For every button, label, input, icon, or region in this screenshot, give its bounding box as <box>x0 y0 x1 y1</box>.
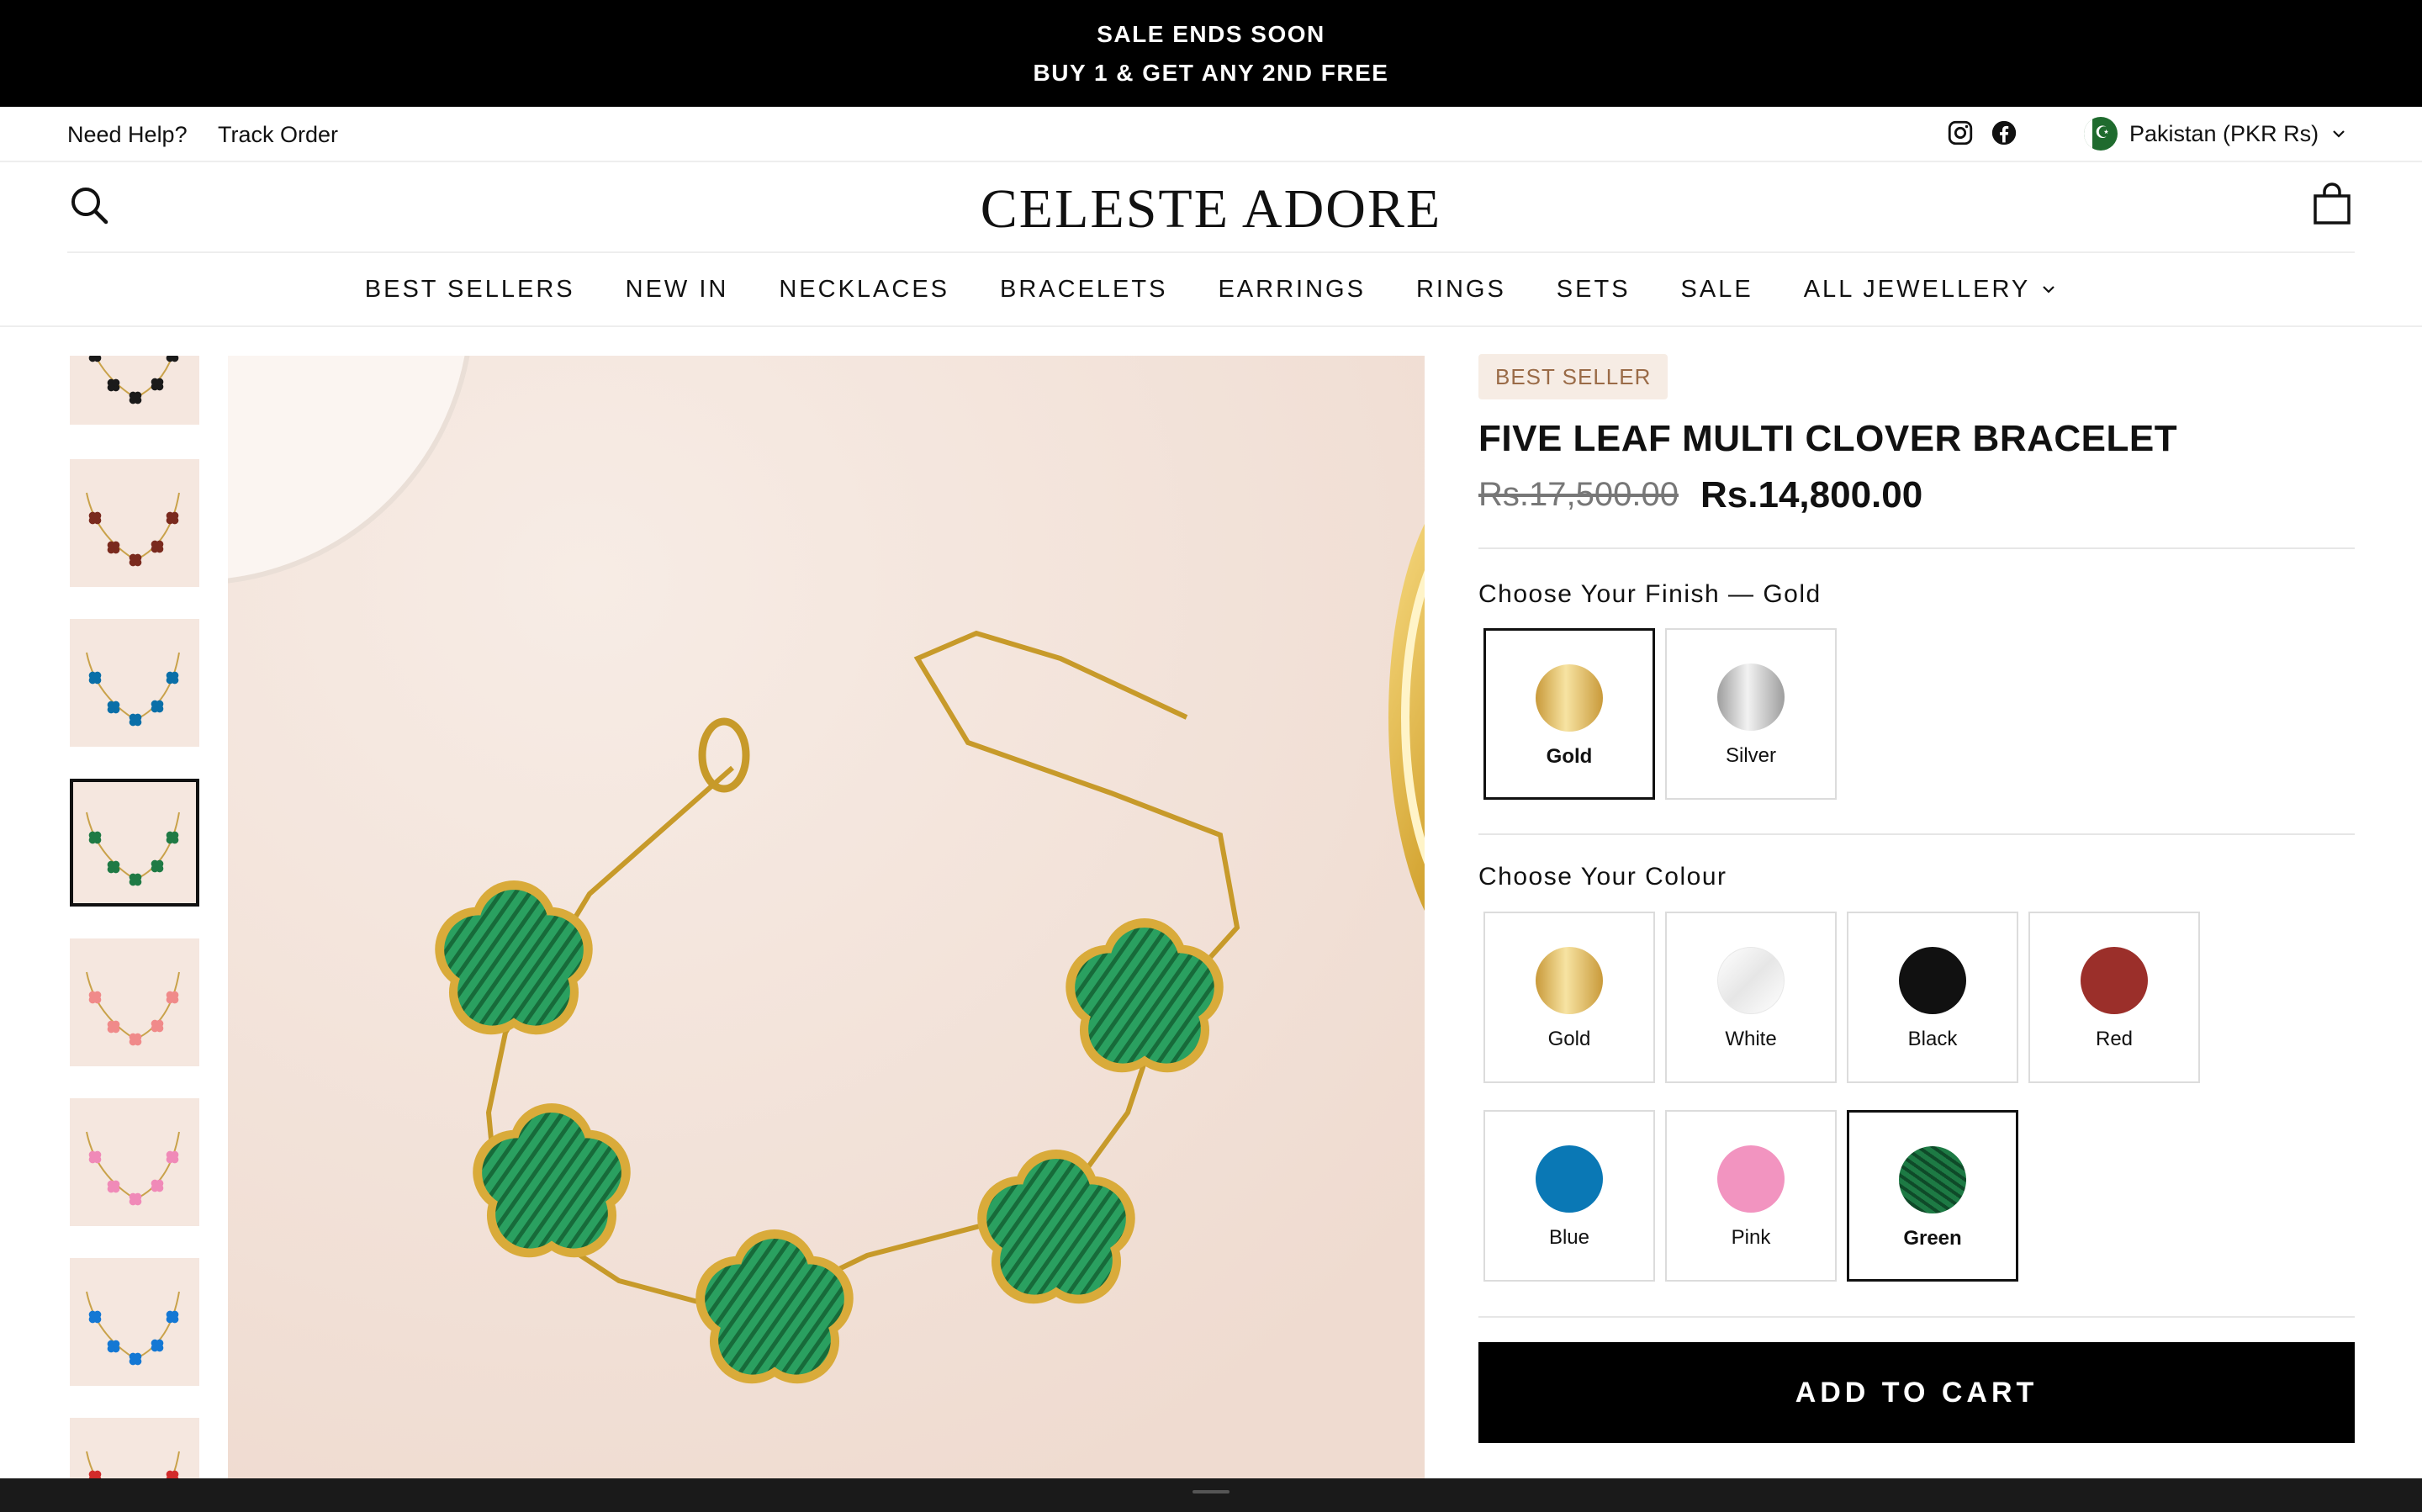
main-nav: BEST SELLERS NEW IN NECKLACES BRACELETS … <box>0 253 2422 327</box>
nav-rings[interactable]: RINGS <box>1416 276 1506 304</box>
thumbnail-8[interactable] <box>70 1418 199 1478</box>
announcement-line-2: BUY 1 & GET ANY 2ND FREE <box>1033 59 1389 86</box>
nav-earrings[interactable]: EARRINGS <box>1218 276 1365 304</box>
finish-swatch-gold[interactable]: Gold <box>1483 628 1655 800</box>
thumbnail-5[interactable] <box>70 938 199 1066</box>
nav-all-jewellery[interactable]: ALL JEWELLERY <box>1804 276 2058 304</box>
finish-swatch-dot <box>1536 664 1603 732</box>
best-seller-badge: BEST SELLER <box>1478 354 1668 399</box>
colour-swatch-label: Gold <box>1547 1028 1591 1050</box>
colour-swatch-dot <box>1536 947 1603 1014</box>
utility-bar: Need Help? Track Order Pakistan (PKR Rs) <box>0 107 2422 162</box>
thumbnail-image <box>70 1258 199 1386</box>
thumbnail-4[interactable] <box>70 779 199 907</box>
colour-swatch-dot <box>1536 1145 1603 1213</box>
add-to-cart-button[interactable]: ADD TO CART <box>1478 1342 2355 1443</box>
product-title: FIVE LEAF MULTI CLOVER BRACELET <box>1478 418 2178 459</box>
thumbnail-image <box>70 1098 199 1226</box>
colour-swatch-pink[interactable]: Pink <box>1665 1110 1837 1282</box>
nav-necklaces[interactable]: NECKLACES <box>779 276 949 304</box>
site-logo[interactable]: CELESTE ADORE <box>0 177 2422 241</box>
finish-swatch-label: Gold <box>1546 745 1593 768</box>
colour-swatch-gold[interactable]: Gold <box>1483 912 1655 1083</box>
nav-bracelets[interactable]: BRACELETS <box>1000 276 1167 304</box>
thumbnail-1[interactable] <box>70 356 199 425</box>
scroll-handle[interactable] <box>1192 1490 1230 1493</box>
country-selector[interactable]: Pakistan (PKR Rs) <box>2084 117 2347 151</box>
colour-swatch-dot <box>2081 947 2148 1014</box>
price-sale: Rs.14,800.00 <box>1700 474 1923 515</box>
need-help-link[interactable]: Need Help? <box>67 122 188 148</box>
cart-icon[interactable] <box>2311 182 2353 226</box>
thumbnail-image <box>70 459 199 587</box>
price-original: Rs.17,500.00 <box>1478 476 1679 513</box>
colour-swatch-dot <box>1899 1146 1966 1213</box>
colour-swatch-label: Pink <box>1731 1226 1771 1249</box>
announcement-bar: SALE ENDS SOON BUY 1 & GET ANY 2ND FREE <box>0 0 2422 107</box>
thumbnail-image <box>70 938 199 1066</box>
colour-swatch-label: Green <box>1903 1227 1962 1250</box>
facebook-icon[interactable] <box>1990 119 2018 147</box>
colour-swatch-dot <box>1717 947 1785 1014</box>
colour-swatch-label: Red <box>2095 1028 2134 1050</box>
divider <box>1478 833 2355 835</box>
thumbnail-image <box>70 356 199 425</box>
finish-label: Choose Your Finish — Gold <box>1478 580 1822 608</box>
nav-all-jewellery-label: ALL JEWELLERY <box>1803 275 2031 303</box>
colour-swatch-blue[interactable]: Blue <box>1483 1110 1655 1282</box>
finish-swatch-dot <box>1717 663 1785 731</box>
thumbnail-3[interactable] <box>70 619 199 747</box>
bracelet-image <box>228 356 1425 1480</box>
colour-swatch-dot <box>1899 947 1966 1014</box>
colour-swatch-red[interactable]: Red <box>2028 912 2200 1083</box>
colour-swatch-black[interactable]: Black <box>1847 912 2018 1083</box>
thumbnail-image <box>70 619 199 747</box>
divider <box>1478 547 2355 549</box>
colour-swatch-green[interactable]: Green <box>1847 1110 2018 1282</box>
track-order-link[interactable]: Track Order <box>218 122 338 148</box>
colour-swatch-label: Blue <box>1548 1226 1590 1249</box>
announcement-line-1: SALE ENDS SOON <box>1097 20 1325 47</box>
product-main-image[interactable] <box>228 356 1425 1480</box>
chevron-down-icon <box>2043 286 2054 293</box>
colour-swatch-label: White <box>1725 1028 1777 1050</box>
thumbnail-6[interactable] <box>70 1098 199 1226</box>
thumbnail-gallery <box>70 356 199 1478</box>
divider <box>1478 1316 2355 1318</box>
nav-sale[interactable]: SALE <box>1681 276 1753 304</box>
colour-swatch-white[interactable]: White <box>1665 912 1837 1083</box>
thumbnail-7[interactable] <box>70 1258 199 1386</box>
nav-sets[interactable]: SETS <box>1557 276 1631 304</box>
nav-best-sellers[interactable]: BEST SELLERS <box>365 276 575 304</box>
finish-swatch-label: Silver <box>1725 744 1776 767</box>
browser-bottom-bar <box>0 1478 2422 1512</box>
finish-swatch-silver[interactable]: Silver <box>1665 628 1837 800</box>
thumbnail-2[interactable] <box>70 459 199 587</box>
chevron-down-icon <box>2333 130 2345 138</box>
thumbnail-image <box>70 1418 199 1478</box>
site-header: CELESTE ADORE <box>0 162 2422 251</box>
colour-swatch-dot <box>1717 1145 1785 1213</box>
instagram-icon[interactable] <box>1946 119 1975 147</box>
colour-swatch-label: Black <box>1907 1028 1958 1050</box>
country-label: Pakistan (PKR Rs) <box>2129 120 2319 146</box>
thumbnail-image <box>70 779 199 907</box>
nav-new-in[interactable]: NEW IN <box>626 276 729 304</box>
colour-label: Choose Your Colour <box>1478 863 1727 891</box>
pakistan-flag-icon <box>2084 117 2118 151</box>
